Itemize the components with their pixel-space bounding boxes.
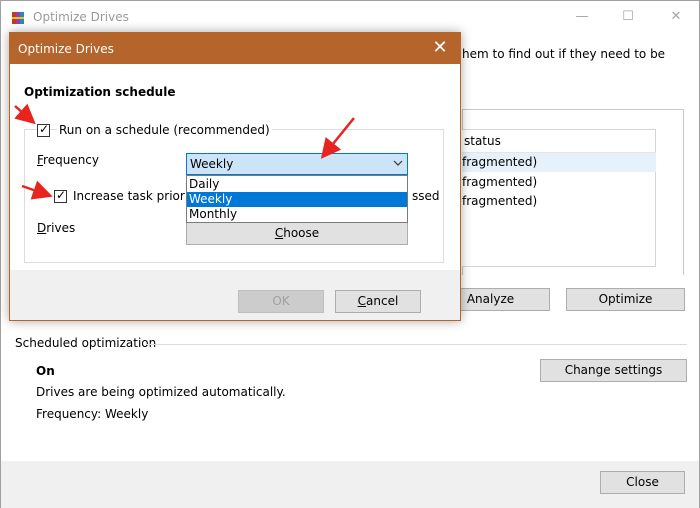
checkmark-icon: ✓: [39, 122, 50, 136]
dropdown-option-weekly[interactable]: Weekly: [187, 192, 407, 207]
main-close-button[interactable]: ✕: [661, 7, 691, 27]
increase-priority-checkbox[interactable]: ✓: [54, 188, 67, 203]
chevron-down-icon[interactable]: [393, 156, 403, 173]
dialog-close-icon[interactable]: ✕: [428, 36, 452, 60]
frequency-select-value: Weekly: [190, 157, 234, 171]
optimize-button[interactable]: Optimize: [566, 288, 685, 311]
optimization-schedule-heading: Optimization schedule: [24, 85, 176, 99]
ok-button[interactable]: OK: [238, 290, 324, 313]
run-on-schedule-label[interactable]: Run on a schedule (recommended): [57, 123, 272, 137]
drives-table[interactable]: status fragmented) fragmented) fragmente…: [462, 129, 656, 267]
intro-text: hem to find out if they need to be: [462, 47, 666, 61]
run-on-schedule-checkbox[interactable]: ✓: [37, 122, 50, 137]
minimize-button[interactable]: —: [567, 7, 597, 27]
schedule-state: On: [36, 364, 55, 378]
change-settings-button[interactable]: Change settings: [540, 359, 687, 382]
maximize-button[interactable]: ☐: [613, 7, 643, 27]
main-footer: Close: [1, 461, 699, 508]
defrag-icon: [12, 12, 24, 24]
scheduled-optimization-heading: Scheduled optimization: [15, 336, 157, 350]
status-cell: fragmented): [462, 194, 538, 208]
dropdown-option-daily[interactable]: Daily: [187, 177, 407, 192]
checkmark-icon: ✓: [56, 188, 67, 202]
section-divider: [146, 344, 687, 345]
main-window-title: Optimize Drives: [33, 10, 129, 24]
status-column-header[interactable]: status: [462, 134, 501, 148]
drives-label: Drives: [37, 221, 76, 235]
status-cell: fragmented): [462, 175, 538, 189]
increase-priority-label-tail: ssed: [410, 189, 440, 203]
schedule-frequency: Frequency: Weekly: [36, 407, 149, 421]
dialog-title: Optimize Drives: [18, 42, 114, 56]
cancel-button[interactable]: Cancel: [335, 290, 421, 313]
main-titlebar: Optimize Drives — ☐ ✕: [1, 1, 699, 33]
status-cell: fragmented): [462, 155, 538, 169]
dropdown-option-monthly[interactable]: Monthly: [187, 207, 407, 222]
choose-drives-button[interactable]: Choose: [186, 222, 408, 245]
table-row[interactable]: fragmented): [462, 173, 656, 192]
dialog-titlebar: Optimize Drives ✕: [10, 33, 460, 64]
schedule-description: Drives are being optimized automatically…: [36, 385, 286, 399]
frequency-dropdown-list: Daily Weekly Monthly: [186, 175, 408, 223]
close-button[interactable]: Close: [600, 471, 685, 494]
table-row[interactable]: fragmented): [462, 153, 656, 172]
frequency-select[interactable]: Weekly: [186, 153, 408, 175]
frequency-label: Frequency: [37, 153, 99, 167]
table-row[interactable]: fragmented): [462, 192, 656, 211]
